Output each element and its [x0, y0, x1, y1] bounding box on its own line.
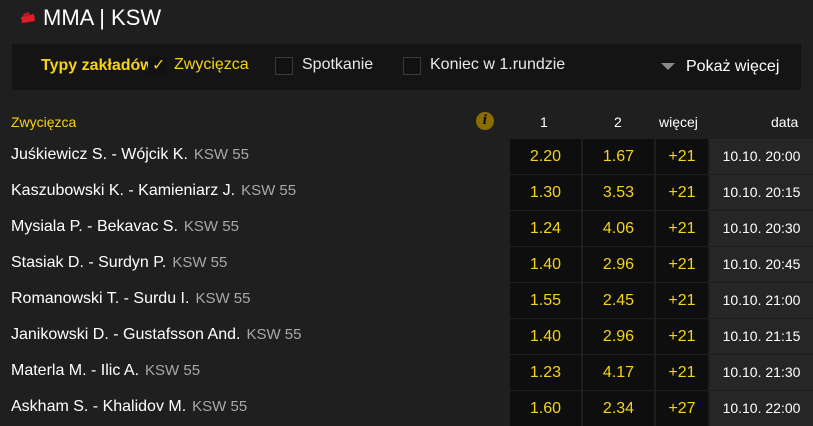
- league-label: KSW 55: [193, 146, 249, 163]
- odd-1-button[interactable]: 1.40: [510, 247, 581, 282]
- odd-2-button[interactable]: 1.67: [583, 139, 654, 174]
- checkbox-end-round-1[interactable]: [403, 57, 421, 75]
- league-label: KSW 55: [183, 218, 239, 235]
- column-header-more: więcej: [659, 114, 698, 130]
- table-row: Askham S. - Khalidov M. KSW 55 1.60 2.34 …: [0, 391, 813, 426]
- league-label: KSW 55: [195, 290, 251, 307]
- checkbox-match[interactable]: [275, 57, 293, 75]
- info-icon[interactable]: i: [476, 112, 494, 130]
- column-header-1: 1: [540, 114, 548, 130]
- table-row: Stasiak D. - Surdyn P. KSW 55 1.40 2.96 +…: [0, 247, 813, 282]
- odd-2-button[interactable]: 2.96: [583, 319, 654, 354]
- column-header-date: data: [771, 114, 799, 130]
- league-label: KSW 55: [246, 326, 302, 343]
- league-label: KSW 55: [241, 182, 297, 199]
- page-title: MMA | KSW: [43, 5, 162, 30]
- match-name[interactable]: Romanowski T. - Surdu I. KSW 55: [11, 290, 250, 308]
- odd-1-button[interactable]: 1.30: [510, 175, 581, 210]
- option-end-round-1-label[interactable]: Koniec w 1.rundzie: [430, 56, 565, 74]
- table-header: Zwycięzca i 1 2 więcej data: [0, 104, 813, 138]
- more-bets-button[interactable]: +21: [656, 319, 708, 354]
- table-row: Mysiala P. - Bekavac S. KSW 55 1.24 4.06 …: [0, 211, 813, 246]
- odd-2-button[interactable]: 2.34: [583, 391, 654, 426]
- match-name[interactable]: Materla M. - Ilic A. KSW 55: [11, 362, 200, 380]
- table-row: Materla M. - Ilic A. KSW 55 1.23 4.17 +21…: [0, 355, 813, 390]
- match-name[interactable]: Mysiala P. - Bekavac S. KSW 55: [11, 218, 239, 236]
- more-bets-button[interactable]: +27: [656, 391, 708, 426]
- bet-type-filter-bar: Typy zakładów ✓ Zwycięzca Spotkanie Koni…: [12, 44, 801, 90]
- option-match-label[interactable]: Spotkanie: [302, 56, 373, 74]
- more-bets-button[interactable]: +21: [656, 175, 708, 210]
- odd-2-button[interactable]: 2.45: [583, 283, 654, 318]
- match-name[interactable]: Stasiak D. - Surdyn P. KSW 55: [11, 254, 227, 272]
- page-header: MMA | KSW: [0, 0, 813, 38]
- match-name[interactable]: Janikowski D. - Gustafsson And. KSW 55: [11, 326, 301, 344]
- league-label: KSW 55: [192, 398, 248, 415]
- league-label: KSW 55: [172, 254, 228, 271]
- table-row: Juśkiewicz S. - Wójcik K. KSW 55 2.20 1.6…: [0, 139, 813, 174]
- match-date: 10.10. 21:00: [710, 283, 813, 318]
- more-bets-button[interactable]: +21: [656, 247, 708, 282]
- odd-1-button[interactable]: 1.23: [510, 355, 581, 390]
- odd-1-button[interactable]: 1.24: [510, 211, 581, 246]
- filter-label: Typy zakładów: [41, 57, 149, 74]
- checkbox-winner[interactable]: ✓: [148, 57, 166, 75]
- more-bets-button[interactable]: +21: [656, 283, 708, 318]
- check-icon: ✓: [152, 57, 166, 74]
- market-column-header: Zwycięzca: [11, 114, 77, 130]
- odd-1-button[interactable]: 2.20: [510, 139, 581, 174]
- odd-2-button[interactable]: 4.06: [583, 211, 654, 246]
- more-bets-button[interactable]: +21: [656, 211, 708, 246]
- column-header-2: 2: [614, 114, 622, 130]
- table-row: Romanowski T. - Surdu I. KSW 55 1.55 2.45…: [0, 283, 813, 318]
- chevron-down-icon[interactable]: [661, 63, 675, 70]
- more-bets-button[interactable]: +21: [656, 355, 708, 390]
- odd-2-button[interactable]: 3.53: [583, 175, 654, 210]
- match-date: 10.10. 22:00: [710, 391, 813, 426]
- match-name[interactable]: Kaszubowski K. - Kamieniarz J. KSW 55: [11, 182, 296, 200]
- match-name[interactable]: Juśkiewicz S. - Wójcik K. KSW 55: [11, 146, 249, 164]
- league-label: KSW 55: [145, 362, 201, 379]
- more-bets-button[interactable]: +21: [656, 139, 708, 174]
- odd-1-button[interactable]: 1.40: [510, 319, 581, 354]
- table-row: Kaszubowski K. - Kamieniarz J. KSW 55 1.3…: [0, 175, 813, 210]
- match-date: 10.10. 20:00: [710, 139, 813, 174]
- match-date: 10.10. 20:45: [710, 247, 813, 282]
- match-date: 10.10. 21:30: [710, 355, 813, 390]
- match-name[interactable]: Askham S. - Khalidov M. KSW 55: [11, 398, 247, 416]
- odd-1-button[interactable]: 1.60: [510, 391, 581, 426]
- odd-1-button[interactable]: 1.55: [510, 283, 581, 318]
- show-more-button[interactable]: Pokaż więcej: [686, 58, 779, 76]
- odd-2-button[interactable]: 4.17: [583, 355, 654, 390]
- match-date: 10.10. 20:15: [710, 175, 813, 210]
- odd-2-button[interactable]: 2.96: [583, 247, 654, 282]
- table-row: Janikowski D. - Gustafsson And. KSW 55 1.…: [0, 319, 813, 354]
- poland-flag-icon: [21, 12, 35, 23]
- match-date: 10.10. 20:30: [710, 211, 813, 246]
- match-date: 10.10. 21:15: [710, 319, 813, 354]
- option-winner-label[interactable]: Zwycięzca: [174, 56, 249, 74]
